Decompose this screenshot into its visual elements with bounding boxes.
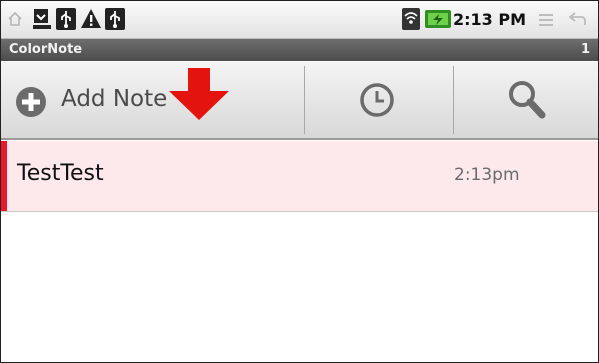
usb-icon [105,8,125,30]
add-note-label: Add Note [61,86,168,112]
note-time: 2:13pm [454,165,520,185]
toolbar: Add Note [1,62,598,140]
app-title: ColorNote [9,42,83,57]
usb-icon [56,8,76,30]
app-window: 2:13 PM ColorNote 1 Add Note TestTest 2:… [0,0,599,363]
title-bar: ColorNote 1 [1,39,598,61]
search-button[interactable] [454,62,598,138]
clock-icon [360,83,394,117]
wifi-icon [402,8,420,30]
note-list-item[interactable]: TestTest 2:13pm [1,141,598,212]
plus-circle-icon [16,87,46,117]
note-count: 1 [580,42,590,57]
red-arrow-down-icon [169,68,229,120]
add-note-button[interactable]: Add Note [1,62,304,138]
search-icon [509,81,546,119]
menu-icon [539,14,553,26]
status-bar: 2:13 PM [1,1,598,39]
download-icon [33,9,51,29]
note-title: TestTest [17,161,104,186]
status-time: 2:13 PM [453,10,527,29]
history-button[interactable] [305,62,453,138]
home-icon [8,12,22,26]
warning-icon [81,9,101,28]
battery-charging-icon [425,10,451,28]
note-color-bar [1,141,7,211]
back-icon [569,12,586,25]
